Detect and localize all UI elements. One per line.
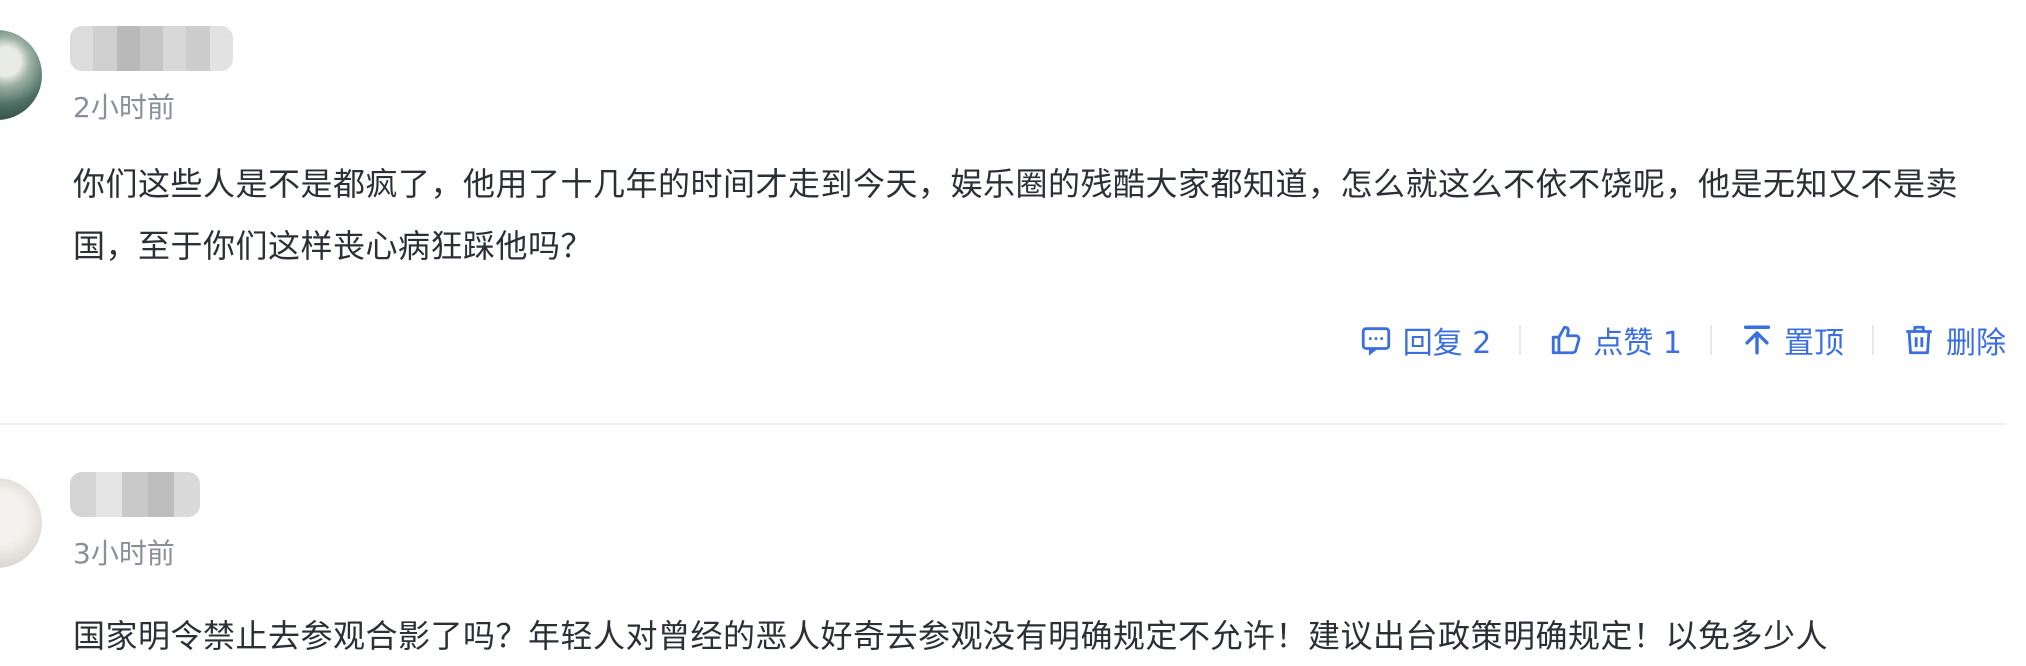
pin-top-label: 置顶	[1784, 326, 1844, 361]
comment-timestamp: 2小时前	[73, 91, 175, 124]
reply-button[interactable]: 回复 2	[1359, 318, 1492, 362]
avatar[interactable]	[0, 30, 42, 120]
thumbs-up-icon	[1552, 325, 1581, 355]
action-separator	[1710, 325, 1712, 355]
action-separator	[1872, 325, 1874, 355]
comment-actions: 回复 2 点赞 1 置顶 删除	[1359, 318, 2006, 362]
avatar[interactable]	[0, 478, 42, 568]
pin-top-icon	[1743, 325, 1771, 355]
username-redacted	[70, 26, 233, 71]
trash-icon	[1906, 325, 1932, 355]
pin-top-button[interactable]: 置顶	[1740, 318, 1844, 362]
comment-timestamp: 3小时前	[73, 537, 175, 570]
reply-icon	[1361, 327, 1390, 356]
like-label: 点赞 1	[1593, 326, 1682, 361]
comment-text: 国家明令禁止去参观合影了吗？年轻人对曾经的恶人好奇去参观没有明确规定不允许！建议…	[73, 617, 1829, 655]
like-button[interactable]: 点赞 1	[1549, 318, 1682, 362]
username-redacted	[70, 472, 200, 517]
reply-label: 回复 2	[1402, 326, 1492, 361]
action-separator	[1519, 325, 1522, 355]
comment-text: 你们这些人是不是都疯了，他用了十几年的时间才走到今天，娱乐圈的残酷大家都知道，怎…	[73, 165, 1959, 265]
comment-divider	[0, 423, 2006, 425]
delete-button[interactable]: 删除	[1902, 318, 2006, 362]
delete-label: 删除	[1946, 326, 2006, 361]
comment-list: 2小时前 你们这些人是不是都疯了，他用了十几年的时间才走到今天，娱乐圈的残酷大家…	[0, 0, 2026, 666]
